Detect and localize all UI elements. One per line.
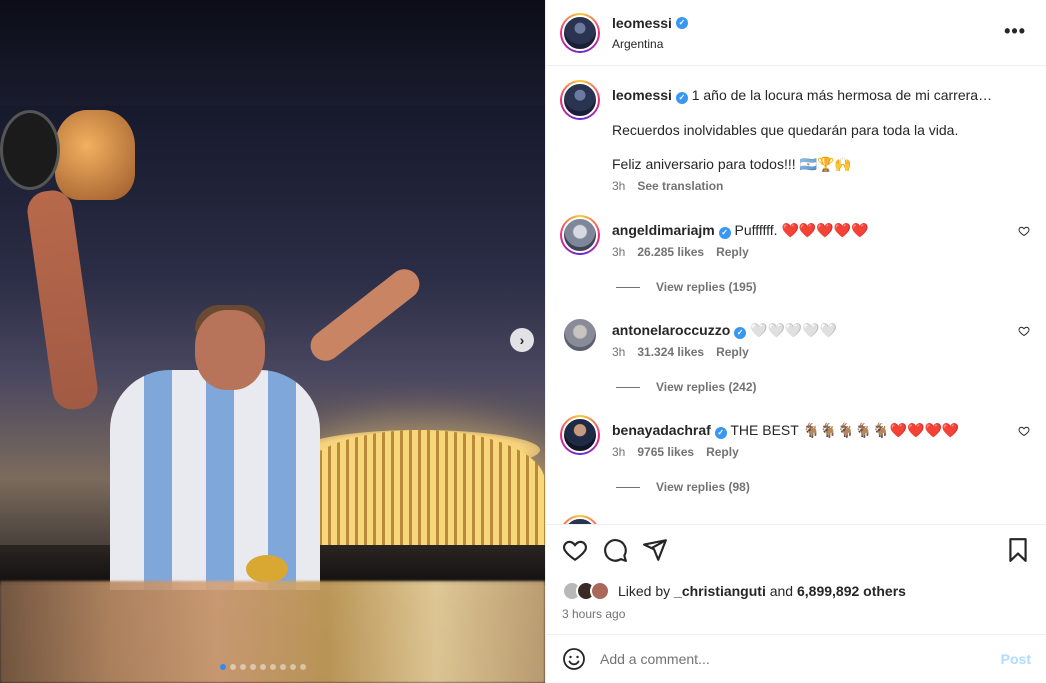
- verified-badge-icon: ✓: [718, 227, 731, 239]
- carousel-dot: [250, 664, 256, 670]
- comment-input[interactable]: [600, 651, 1001, 667]
- verified-badge-icon: ✓: [734, 327, 747, 339]
- carousel-dot: [290, 664, 296, 670]
- caption-line-3: Feliz aniversario para todos!!! 🇦🇷🏆🙌: [612, 156, 852, 172]
- liked-by-prefix: Liked by: [618, 583, 671, 599]
- like-comment-icon[interactable]: [1018, 225, 1030, 237]
- post-location[interactable]: Argentina: [612, 37, 688, 51]
- likes-count-link[interactable]: 6,899,892 others: [797, 583, 906, 599]
- caption: leomessi ✓ 1 año de la locura más hermos…: [560, 80, 1030, 193]
- like-comment-icon[interactable]: [1018, 325, 1030, 337]
- reply-button[interactable]: Reply: [706, 445, 739, 459]
- comment-likes[interactable]: 26.285 likes: [637, 245, 704, 259]
- liker-avatar: [590, 581, 610, 601]
- more-options-icon[interactable]: •••: [1004, 21, 1026, 42]
- carousel-dot: [240, 664, 246, 670]
- see-translation-link[interactable]: See translation: [637, 179, 723, 193]
- caption-line-1: 1 año de la locura más hermosa de mi car…: [691, 87, 993, 103]
- comment-username[interactable]: benayadachraf: [612, 422, 711, 438]
- verified-badge-icon: ✓: [675, 16, 688, 29]
- view-replies-label: View replies (242): [656, 380, 757, 394]
- commenter-avatar[interactable]: [560, 415, 600, 455]
- view-replies-button[interactable]: View replies (98): [616, 480, 750, 494]
- next-slide-button[interactable]: ›: [510, 328, 534, 352]
- comment-text: 🤍🤍🤍🤍🤍: [750, 322, 838, 338]
- share-icon[interactable]: [642, 537, 668, 563]
- comment-time[interactable]: 3h: [612, 345, 625, 359]
- carousel-indicator: [220, 664, 306, 670]
- chevron-right-icon: ›: [519, 332, 525, 348]
- carousel-dot: [300, 664, 306, 670]
- comment-icon[interactable]: [602, 537, 628, 563]
- comment-item: antonelaroccuzzo ✓ 🤍🤍🤍🤍🤍 3h 31.324 likes…: [560, 315, 1030, 359]
- view-replies-button[interactable]: View replies (242): [616, 380, 757, 394]
- photo: [0, 0, 545, 683]
- post-comment-button[interactable]: Post: [1001, 651, 1031, 667]
- comment-likes[interactable]: 9765 likes: [637, 445, 694, 459]
- comment-item: angeldimariajm ✓ Puffffff. ❤️❤️❤️❤️❤️ 3h…: [560, 215, 1030, 259]
- reply-button[interactable]: Reply: [716, 245, 749, 259]
- add-comment-bar: Post: [546, 634, 1046, 683]
- verified-badge-icon: ✓: [675, 92, 688, 104]
- like-comment-icon[interactable]: [1018, 425, 1030, 437]
- liked-by: Liked by _christianguti and 6,899,892 ot…: [562, 581, 906, 601]
- post-time[interactable]: 3 hours ago: [562, 607, 625, 621]
- carousel-dot: [260, 664, 266, 670]
- emoji-icon[interactable]: [562, 647, 586, 671]
- author-username[interactable]: leomessi: [612, 15, 672, 31]
- comment-item: benayadachraf ✓ THE BEST 🐐🐐🐐🐐🐐❤️❤️❤️❤️ 3…: [560, 415, 1030, 459]
- view-replies-label: View replies (98): [656, 480, 750, 494]
- liked-by-and: and: [769, 583, 794, 599]
- carousel-dot: [270, 664, 276, 670]
- comment-time[interactable]: 3h: [612, 245, 625, 259]
- verified-badge-icon: ✓: [714, 427, 727, 439]
- post-panel: leomessi ✓ Argentina ••• leomessi ✓ 1 añ…: [545, 0, 1046, 683]
- author-avatar[interactable]: [560, 12, 600, 53]
- comments-list[interactable]: leomessi ✓ 1 año de la locura más hermos…: [546, 66, 1046, 524]
- caption-line-2: Recuerdos inolvidables que quedarán para…: [612, 122, 959, 138]
- like-icon[interactable]: [562, 537, 588, 563]
- comment-username[interactable]: antonelaroccuzzo: [612, 322, 730, 338]
- comment-time[interactable]: 3h: [612, 445, 625, 459]
- caption-username[interactable]: leomessi: [612, 87, 672, 103]
- reply-button[interactable]: Reply: [716, 345, 749, 359]
- comment-username[interactable]: angeldimariajm: [612, 222, 715, 238]
- liked-by-user[interactable]: _christianguti: [674, 583, 766, 599]
- caption-avatar[interactable]: [560, 80, 600, 120]
- post-actions: Liked by _christianguti and 6,899,892 ot…: [546, 524, 1046, 634]
- post-header: leomessi ✓ Argentina •••: [546, 0, 1046, 66]
- post-media[interactable]: ›: [0, 0, 545, 683]
- view-replies-button[interactable]: View replies (195): [616, 280, 757, 294]
- next-commenter-avatar[interactable]: [560, 515, 600, 524]
- carousel-dot: [220, 664, 226, 670]
- comment-text: Puffffff. ❤️❤️❤️❤️❤️: [734, 222, 869, 238]
- save-bookmark-icon[interactable]: [1005, 537, 1031, 563]
- commenter-avatar[interactable]: [560, 215, 600, 255]
- carousel-dot: [280, 664, 286, 670]
- view-replies-label: View replies (195): [656, 280, 757, 294]
- commenter-avatar[interactable]: [560, 315, 600, 355]
- carousel-dot: [230, 664, 236, 670]
- comment-likes[interactable]: 31.324 likes: [637, 345, 704, 359]
- comment-text: THE BEST 🐐🐐🐐🐐🐐❤️❤️❤️❤️: [730, 422, 960, 438]
- caption-time[interactable]: 3h: [612, 179, 625, 193]
